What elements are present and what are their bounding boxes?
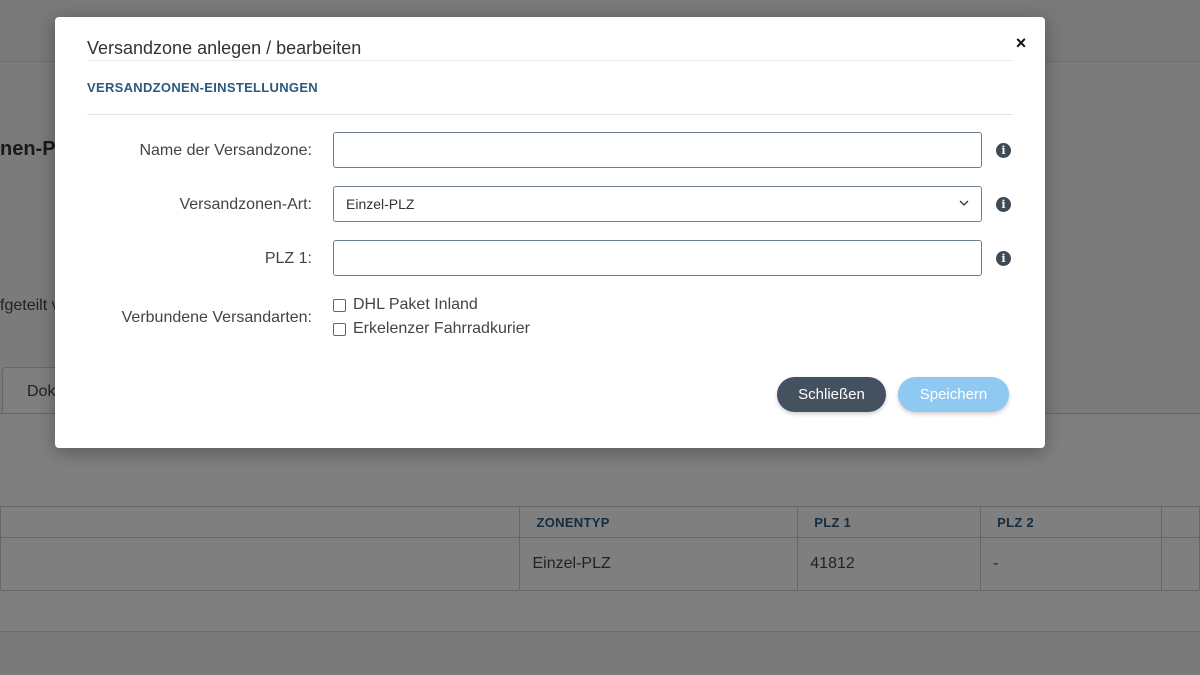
method-option-fahrradkurier[interactable]: Erkelenzer Fahrradkurier [333,320,530,338]
plz1-label: PLZ 1: [264,250,312,267]
method-option-dhl[interactable]: DHL Paket Inland [333,296,478,314]
close-button[interactable]: Schließen [777,377,886,412]
checkbox[interactable] [333,322,346,336]
info-icon[interactable]: i [996,143,1011,158]
title-divider [87,60,1013,61]
method-option-label: DHL Paket Inland [353,296,478,313]
info-icon[interactable]: i [996,251,1011,266]
save-button[interactable]: Speichern [898,377,1009,412]
type-label: Versandzonen-Art: [179,196,312,213]
chevron-down-icon [959,200,969,206]
versandzone-modal: Versandzone anlegen / bearbeiten × VERSA… [55,17,1045,448]
plz1-input[interactable] [333,240,982,276]
name-label: Name der Versandzone: [139,142,312,159]
methods-label: Verbundene Versandarten: [121,309,312,326]
type-select[interactable]: Einzel-PLZ [333,186,982,222]
name-input[interactable] [333,132,982,168]
modal-title: Versandzone anlegen / bearbeiten [87,38,362,58]
type-select-value: Einzel-PLZ [346,196,415,212]
method-option-label: Erkelenzer Fahrradkurier [353,320,530,337]
section-divider [87,114,1013,115]
close-icon[interactable]: × [1011,33,1031,53]
section-title: VERSANDZONEN-EINSTELLUNGEN [87,80,318,95]
info-icon[interactable]: i [996,197,1011,212]
checkbox[interactable] [333,298,346,312]
